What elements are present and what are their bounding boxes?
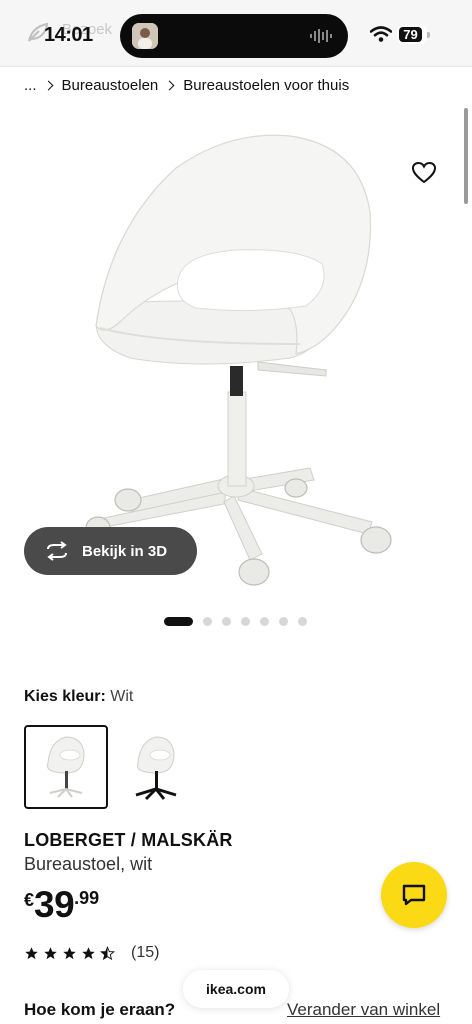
price-decimal: .99 (74, 888, 100, 908)
breadcrumb: ... Bureaustoelen Bureaustoelen voor thu… (24, 77, 349, 94)
color-option-white[interactable] (24, 725, 108, 809)
product-name: LOBERGET / MALSKÄR (24, 830, 233, 850)
white-chair-thumbnail (47, 736, 85, 798)
wifi-icon (370, 26, 392, 42)
view-in-3d-label: Bekijk in 3D (82, 542, 168, 560)
color-choice-value: Wit (110, 688, 134, 705)
star-icon (44, 946, 57, 959)
color-choice-label: Kies kleur: (24, 688, 106, 705)
color-option-black-base[interactable] (114, 725, 198, 809)
status-time: 14:01 (44, 24, 93, 46)
star-icon (63, 946, 76, 959)
star-icon (25, 946, 38, 959)
pagination-dot[interactable] (164, 617, 193, 626)
price-currency: € (24, 890, 35, 910)
battery-icon: 79 (397, 25, 430, 44)
breadcrumb-bureaustoelen[interactable]: Bureaustoelen (62, 77, 159, 94)
pagination-dot[interactable] (260, 617, 269, 626)
pagination-dot[interactable] (298, 617, 307, 626)
breadcrumb-ellipsis[interactable]: ... (24, 77, 37, 94)
half-star-icon (100, 945, 115, 960)
product-description: Bureaustoel, wit (24, 854, 153, 874)
media-thumbnail (132, 23, 158, 49)
star-icon (82, 946, 95, 959)
black-base-chair-thumbnail (135, 736, 177, 801)
price-integer: 39 (34, 884, 75, 925)
pagination-dot[interactable] (203, 617, 212, 626)
how-to-get-there-heading: Hoe kom je eraan? (24, 1000, 176, 1019)
battery-level: 79 (399, 27, 422, 42)
rotate-3d-icon (47, 541, 67, 561)
breadcrumb-bureaustoelen-thuis[interactable]: Bureaustoelen voor thuis (183, 77, 349, 94)
pagination-dot[interactable] (222, 617, 231, 626)
favorite-heart-icon[interactable] (411, 161, 437, 185)
rating-stars (24, 945, 119, 961)
chevron-right-icon (43, 80, 53, 91)
color-choice: Kies kleur: Wit (24, 688, 133, 706)
address-bar[interactable]: ikea.com (183, 970, 289, 1008)
review-count: (15) (131, 944, 160, 961)
chat-bubble-icon (402, 884, 426, 906)
chevron-right-icon (164, 80, 175, 91)
header-divider (0, 66, 472, 67)
dynamic-island[interactable] (120, 14, 348, 58)
product-price: € 39 .99 (24, 884, 99, 926)
pagination-dot[interactable] (241, 617, 250, 626)
chat-button[interactable] (381, 862, 447, 928)
audio-wave-icon (310, 29, 332, 43)
change-store-link[interactable]: Verander van winkel (287, 1000, 440, 1020)
product-rating[interactable]: (15) (24, 944, 159, 962)
status-bar: Bezoek 14:01 79 (0, 0, 472, 66)
view-in-3d-button[interactable]: Bekijk in 3D (24, 527, 197, 575)
gallery-pagination[interactable] (164, 617, 317, 626)
pagination-dot[interactable] (279, 617, 288, 626)
